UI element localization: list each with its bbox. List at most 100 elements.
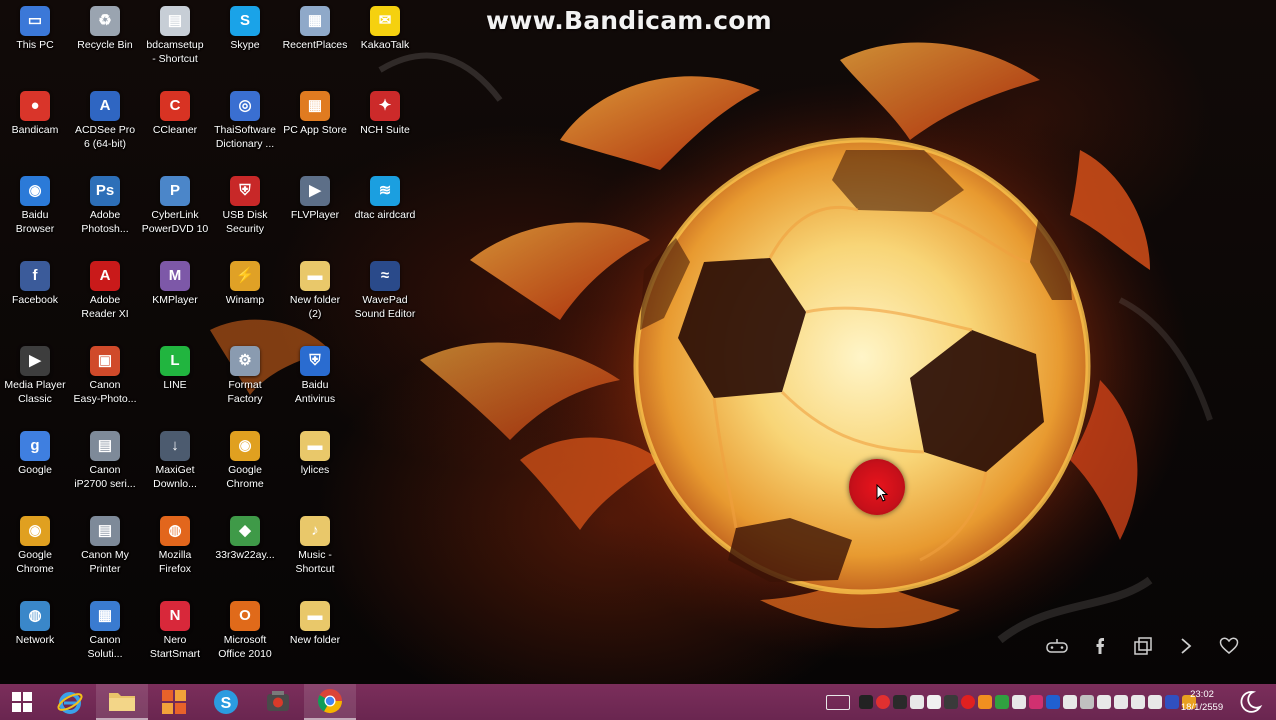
bandicam-icon: ●: [20, 91, 50, 121]
game-controller-icon[interactable]: [1043, 632, 1071, 660]
desktop-icon[interactable]: g Google: [0, 431, 71, 477]
tray-app-icon[interactable]: [859, 695, 873, 709]
facebook-icon: f: [20, 261, 50, 291]
chevron-right-icon[interactable]: [1172, 632, 1200, 660]
desktop-icon[interactable]: ▭ This PC: [0, 6, 71, 52]
copy-icon[interactable]: [1129, 632, 1157, 660]
desktop-icon[interactable]: L LINE: [139, 346, 211, 392]
dictionary-icon: ◎: [230, 91, 260, 121]
desktop-icon[interactable]: A Adobe Reader XI: [69, 261, 141, 321]
taskbar-clock[interactable]: 23:02 18/1/2559: [1173, 688, 1231, 714]
desktop-icon[interactable]: ▤ bdcamsetup - Shortcut: [139, 6, 211, 66]
facebook-share-icon[interactable]: [1086, 632, 1114, 660]
skype-button[interactable]: S: [200, 684, 252, 720]
office-icon: O: [230, 601, 260, 631]
desktop-icon[interactable]: ⚙ Format Factory: [209, 346, 281, 406]
desktop-icon[interactable]: ◉ Google Chrome: [209, 431, 281, 491]
tray-app-icon[interactable]: [1063, 695, 1077, 709]
tray-app-icon[interactable]: [893, 695, 907, 709]
bandicam-button[interactable]: [252, 684, 304, 720]
usb-security-icon: ⛨: [230, 176, 260, 206]
desktop-icon[interactable]: ≋ dtac airdcard: [349, 176, 421, 222]
chrome-icon: ◉: [230, 431, 260, 461]
desktop-icon[interactable]: ◉ Baidu Browser: [0, 176, 71, 236]
start-button[interactable]: [0, 684, 44, 720]
desktop-icon[interactable]: Ps Adobe Photosh...: [69, 176, 141, 236]
tray-app-icon[interactable]: [1012, 695, 1026, 709]
tray-app-icon[interactable]: [1148, 695, 1162, 709]
desktop-icon[interactable]: ▦ Canon Soluti...: [69, 601, 141, 661]
desktop-icon-label: ACDSee Pro 6 (64-bit): [74, 124, 136, 150]
desktop-icon[interactable]: ▦ RecentPlaces: [279, 6, 351, 52]
keyboard-icon[interactable]: [826, 694, 850, 710]
tray-app-icon[interactable]: [1114, 695, 1128, 709]
internet-explorer-icon: [57, 692, 83, 714]
desktop-icon[interactable]: ▤ Canon iP2700 seri...: [69, 431, 141, 491]
chrome-button[interactable]: [304, 684, 356, 720]
desktop-icon[interactable]: ◆ 33r3w22ay...: [209, 516, 281, 562]
desktop-icon[interactable]: ▶ Media Player Classic: [0, 346, 71, 406]
desktop-icon[interactable]: C CCleaner: [139, 91, 211, 137]
flv-player-icon: ▶: [300, 176, 330, 206]
desktop-icon[interactable]: ▦ PC App Store: [279, 91, 351, 137]
tray-app-icon[interactable]: [961, 695, 975, 709]
file-explorer-button[interactable]: [96, 684, 148, 720]
desktop-icon[interactable]: P CyberLink PowerDVD 10: [139, 176, 211, 236]
desktop-icon[interactable]: ▬ lylices: [279, 431, 351, 477]
desktop-icon-label: Format Factory: [227, 379, 263, 405]
tray-app-icon[interactable]: [995, 695, 1009, 709]
desktop-icon[interactable]: ✦ NCH Suite: [349, 91, 421, 137]
desktop-icon[interactable]: ◍ Network: [0, 601, 71, 647]
tray-app-icon[interactable]: [1131, 695, 1145, 709]
desktop-icon[interactable]: S Skype: [209, 6, 281, 52]
tray-app-icon[interactable]: [1029, 695, 1043, 709]
desktop-icon[interactable]: ▤ Canon My Printer: [69, 516, 141, 576]
desktop-icon[interactable]: ≈ WavePad Sound Editor: [349, 261, 421, 321]
nch-suite-icon: ✦: [370, 91, 400, 121]
moon-icon[interactable]: [1236, 688, 1264, 716]
system-tray: [826, 684, 1196, 720]
internet-explorer-button[interactable]: [44, 684, 96, 720]
desktop-icon-label: Canon iP2700 seri...: [74, 464, 136, 490]
desktop-icon[interactable]: ▬ New folder: [279, 601, 351, 647]
heart-icon[interactable]: [1215, 632, 1243, 660]
desktop-icon[interactable]: ◉ Google Chrome: [0, 516, 71, 576]
tray-app-icon[interactable]: [927, 695, 941, 709]
desktop-icon[interactable]: N Nero StartSmart: [139, 601, 211, 661]
printer-icon: ▤: [90, 431, 120, 461]
desktop-icon-label: Microsoft Office 2010: [218, 634, 272, 660]
desktop-icon[interactable]: ♪ Music - Shortcut: [279, 516, 351, 576]
desktop-icon[interactable]: ● Bandicam: [0, 91, 71, 137]
tray-app-icon[interactable]: [944, 695, 958, 709]
desktop-icon[interactable]: M KMPlayer: [139, 261, 211, 307]
tray-app-icon[interactable]: [1097, 695, 1111, 709]
desktop-icon-label: Google: [18, 464, 52, 476]
desktop-icon[interactable]: A ACDSee Pro 6 (64-bit): [69, 91, 141, 151]
desktop-icon[interactable]: ↓ MaxiGet Downlo...: [139, 431, 211, 491]
desktop-icon[interactable]: f Facebook: [0, 261, 71, 307]
desktop-icon-label: NCH Suite: [360, 124, 410, 136]
tray-app-icon[interactable]: [1046, 695, 1060, 709]
installer-icon: ▤: [160, 6, 190, 36]
tray-app-icon[interactable]: [978, 695, 992, 709]
desktop-icon[interactable]: ▣ Canon Easy-Photo...: [69, 346, 141, 406]
desktop-icon[interactable]: ⛨ USB Disk Security: [209, 176, 281, 236]
desktop-icon[interactable]: ▶ FLVPlayer: [279, 176, 351, 222]
desktop-icon[interactable]: ◍ Mozilla Firefox: [139, 516, 211, 576]
desktop-icon[interactable]: O Microsoft Office 2010: [209, 601, 281, 661]
desktop-icon[interactable]: ◎ ThaiSoftware Dictionary ...: [209, 91, 281, 151]
office-button[interactable]: [148, 684, 200, 720]
desktop-icon[interactable]: ▬ New folder (2): [279, 261, 351, 321]
baidu-browser-icon: ◉: [20, 176, 50, 206]
tray-app-icon[interactable]: [910, 695, 924, 709]
recycle-bin-icon: ♻: [90, 6, 120, 36]
desktop-icon[interactable]: ♻ Recycle Bin: [69, 6, 141, 52]
desktop-icon[interactable]: ⚡ Winamp: [209, 261, 281, 307]
desktop-icon[interactable]: ✉ KakaoTalk: [349, 6, 421, 52]
tray-app-icon[interactable]: [876, 695, 890, 709]
tray-app-icon[interactable]: [1080, 695, 1094, 709]
desktop-icon-label: 33r3w22ay...: [215, 549, 275, 561]
skype-icon: S: [230, 6, 260, 36]
bandicam-watermark: www.Bandicam.com: [486, 6, 772, 35]
desktop-icon[interactable]: ⛨ Baidu Antivirus: [279, 346, 351, 406]
